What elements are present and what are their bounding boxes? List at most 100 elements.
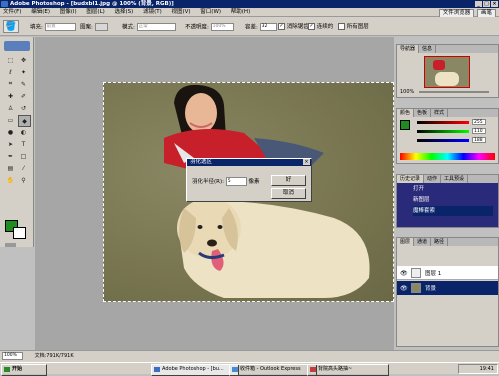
all-layers-checkbox[interactable] — [338, 23, 345, 30]
task-photoshop[interactable]: Adobe Photoshop - [bu... — [151, 364, 239, 376]
tab-color[interactable]: 颜色 — [397, 109, 415, 117]
menu-edit[interactable]: 编辑(E) — [31, 9, 50, 15]
menu-select[interactable]: 选择(S) — [115, 9, 134, 15]
marquee-tool-icon[interactable]: ⬚ — [5, 55, 16, 65]
tab-history[interactable]: 历史记录 — [397, 175, 425, 183]
system-tray: 19:41 — [458, 364, 498, 374]
layer-row-selected[interactable]: 👁 背景 — [397, 281, 498, 295]
shape-tool-icon[interactable]: □ — [18, 151, 29, 161]
status-bar: 100% 文档:791K/791K — [0, 350, 499, 362]
tab-tool-presets[interactable]: 工具预设 — [441, 175, 469, 183]
slice-tool-icon[interactable]: ✎ — [18, 79, 29, 89]
notes-tool-icon[interactable]: ▤ — [5, 163, 16, 173]
menu-help[interactable]: 帮助(H) — [231, 9, 250, 15]
eye-icon[interactable]: 👁 — [400, 270, 408, 277]
status-zoom[interactable]: 100% — [2, 351, 23, 360]
red-slider[interactable] — [417, 121, 469, 124]
close-button[interactable]: × — [491, 1, 498, 7]
menu-layer[interactable]: 图层(L) — [86, 9, 104, 15]
all-layers-label: 所有图层 — [346, 24, 369, 30]
dodge-tool-icon[interactable]: ◐ — [18, 127, 29, 137]
minimize-button[interactable]: _ — [475, 1, 482, 7]
hand-tool-icon[interactable]: ✋ — [5, 175, 16, 185]
crop-tool-icon[interactable]: ⌗ — [5, 79, 16, 89]
history-item[interactable]: 新图层 — [413, 195, 493, 205]
color-spectrum-bar[interactable] — [400, 153, 495, 160]
antialias-label: 消除锯齿 — [286, 24, 309, 30]
paint-bucket-tool-preset[interactable]: 🪣 — [3, 20, 19, 33]
task-outlook[interactable]: 收件箱 - Outlook Express — [229, 364, 317, 376]
pen-tool-icon[interactable]: ✒ — [5, 151, 16, 161]
menu-window[interactable]: 窗口(W) — [200, 9, 221, 15]
tab-channels[interactable]: 通道 — [414, 238, 432, 246]
history-brush-tool-icon[interactable]: ↺ — [18, 103, 29, 113]
antialias-checkbox[interactable]: ✓ — [278, 23, 285, 30]
feather-unit-label: 像素 — [248, 179, 260, 185]
eyedropper-tool-icon[interactable]: ⁄ — [18, 163, 29, 173]
red-value[interactable]: 255 — [472, 119, 486, 125]
navigator-zoom-slider[interactable] — [419, 91, 489, 93]
menu-filter[interactable]: 滤镜(T) — [143, 9, 162, 15]
opacity-input[interactable]: 100% — [210, 23, 234, 31]
color-panel: 颜色 色板 样式 255 110 188 — [396, 108, 499, 164]
background-color-swatch[interactable] — [13, 227, 26, 239]
dialog-close-button[interactable]: × — [303, 159, 310, 165]
cancel-button[interactable]: 取消 — [271, 188, 306, 199]
ok-button[interactable]: 好 — [271, 175, 306, 186]
fill-select[interactable]: 前景 — [44, 23, 76, 31]
toolbox: ⬚ ✥ ℓ ✦ ⌗ ✎ ✚ ✐ ♙ ↺ ▭ ◆ ● ◐ ➤ T ✒ □ ▤ ⁄ … — [0, 37, 34, 247]
navigator-zoom-value[interactable]: 100% — [400, 89, 414, 95]
history-panel: 历史记录 动作 工具预设 打开 新图层 魔棒套索 — [396, 174, 499, 228]
paint-bucket-tool-icon[interactable]: ◆ — [18, 115, 31, 127]
navigator-thumbnail[interactable] — [424, 56, 470, 88]
feather-selection-dialog: 羽化选区 × 羽化半径(R): 5 像素 好 取消 — [186, 158, 312, 202]
color-panel-fg-swatch[interactable] — [400, 120, 410, 130]
menu-view[interactable]: 视图(V) — [171, 9, 190, 15]
eraser-tool-icon[interactable]: ▭ — [5, 115, 16, 125]
green-slider[interactable] — [417, 130, 469, 133]
tab-actions[interactable]: 动作 — [424, 175, 442, 183]
maximize-button[interactable]: □ — [483, 1, 490, 7]
mode-label: 模式: — [122, 24, 135, 31]
tab-swatches[interactable]: 色板 — [414, 109, 432, 117]
quick-mask-icon[interactable] — [5, 243, 16, 247]
task-label: 背院高头路抽~ — [318, 366, 353, 372]
tab-navigator[interactable]: 导航器 — [397, 45, 420, 53]
zoom-tool-icon[interactable]: ⚲ — [18, 175, 29, 185]
task-label: 收件箱 - Outlook Express — [240, 366, 301, 372]
clone-stamp-tool-icon[interactable]: ♙ — [5, 103, 16, 113]
blur-tool-icon[interactable]: ● — [5, 127, 16, 137]
eye-icon[interactable]: 👁 — [400, 285, 408, 292]
tolerance-input[interactable]: 32 — [259, 23, 277, 31]
mode-select[interactable]: 正常 — [136, 23, 176, 31]
pattern-label: 图案: — [80, 24, 93, 31]
history-item[interactable]: 打开 — [413, 184, 493, 194]
type-tool-icon[interactable]: T — [18, 139, 29, 149]
blue-value[interactable]: 188 — [472, 137, 486, 143]
windows-logo-icon — [4, 367, 10, 372]
feather-radius-input[interactable]: 5 — [225, 177, 247, 186]
tab-styles[interactable]: 样式 — [431, 109, 449, 117]
task-browser[interactable]: 背院高头路抽~ — [307, 364, 389, 376]
healing-brush-tool-icon[interactable]: ✚ — [5, 91, 16, 101]
lasso-tool-icon[interactable]: ℓ — [5, 67, 16, 77]
blue-slider[interactable] — [417, 139, 469, 142]
magic-wand-tool-icon[interactable]: ✦ — [18, 67, 29, 77]
clock[interactable]: 19:41 — [480, 366, 494, 372]
dialog-title: 羽化选区 — [190, 159, 213, 165]
path-selection-tool-icon[interactable]: ➤ — [5, 139, 16, 149]
layer-row[interactable]: 👁 图层 1 — [397, 266, 498, 280]
menu-image[interactable]: 图像(I) — [60, 9, 77, 15]
start-button[interactable]: 开始 — [1, 364, 47, 376]
brush-tool-icon[interactable]: ✐ — [18, 91, 29, 101]
pattern-picker[interactable] — [94, 23, 108, 31]
tab-paths[interactable]: 路径 — [431, 238, 449, 246]
tab-info[interactable]: 信息 — [419, 45, 437, 53]
history-item[interactable]: 魔棒套索 — [413, 206, 493, 216]
layer-name: 背景 — [425, 286, 437, 292]
menu-file[interactable]: 文件(F) — [3, 9, 21, 15]
green-value[interactable]: 110 — [472, 128, 486, 134]
tab-layers[interactable]: 图层 — [397, 238, 415, 246]
move-tool-icon[interactable]: ✥ — [18, 55, 29, 65]
contiguous-checkbox[interactable]: ✓ — [308, 23, 315, 30]
